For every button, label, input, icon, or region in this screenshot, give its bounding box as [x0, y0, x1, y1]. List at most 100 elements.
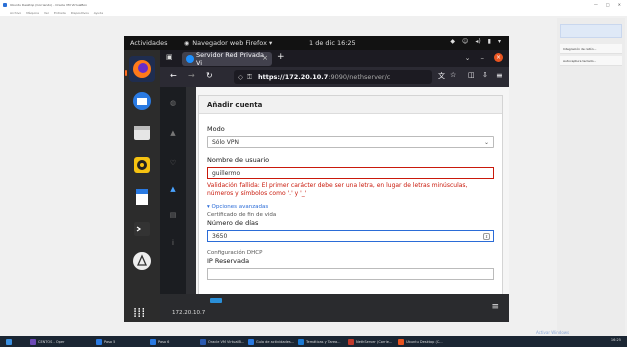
taskbar-item-virtualbox[interactable]: Oracle VM VirtualB... — [200, 338, 244, 345]
forward-button[interactable]: → — [188, 71, 195, 80]
translate-icon[interactable]: 文 — [438, 71, 445, 81]
tab-title: Servidor Red Privada Vi — [196, 51, 264, 67]
firefox-dock-icon[interactable] — [129, 56, 155, 82]
extensions-icon[interactable]: ⇩ — [482, 71, 488, 79]
logs-nav-icon[interactable]: ♡ — [166, 159, 180, 169]
word-icon — [248, 338, 254, 345]
shield-icon[interactable]: ◇ — [238, 73, 243, 81]
firefox-close-button[interactable]: × — [494, 53, 503, 62]
virtualbox-icon — [3, 3, 7, 7]
host-window-title: Ubuntu Desktop (Corriendo) - Oracle VM V… — [10, 3, 87, 7]
terminal-dock-icon[interactable] — [129, 216, 155, 242]
cockpit-sub-sidebar — [186, 87, 196, 297]
lock-warning-icon[interactable]: ⚿ — [247, 73, 252, 82]
network-status-icon[interactable] — [210, 298, 222, 303]
users-nav-icon[interactable]: ▲ — [166, 185, 180, 195]
list-all-tabs-icon[interactable]: ⌄ — [465, 54, 471, 62]
activities-button[interactable]: Actividades — [130, 39, 168, 47]
app-menu-icon[interactable]: ≡ — [496, 71, 503, 80]
vm-screen: Actividades ◉ Navegador web Firefox ▾ 1 … — [124, 36, 509, 322]
taskbar-item-tematicas[interactable]: Temáticas y Tarea... — [298, 338, 341, 345]
navigation-toolbar: ← → ↻ ◇ ⚿ https://172.20.10.7:9090/neths… — [160, 67, 509, 87]
firefox-window-controls: ⌄ – × — [465, 53, 503, 62]
menu-entrada[interactable]: Entrada — [54, 11, 66, 15]
preview-panel — [557, 18, 625, 338]
mode-select[interactable]: Sólo VPN ⌄ — [207, 136, 494, 148]
taskbar-item-paso6[interactable]: Paso 6 — [150, 338, 169, 345]
reload-button[interactable]: ↻ — [206, 71, 213, 80]
url-host: https://172.20.10.7 — [258, 73, 329, 81]
pocket-icon[interactable]: ◫ — [468, 71, 475, 79]
volume-icon: ◂) — [475, 38, 481, 45]
accessibility-icon: ☺ — [462, 38, 469, 45]
advanced-options-link[interactable]: ▾ Opciones avanzadas — [207, 204, 494, 210]
tab-list-icon[interactable]: ▣ — [166, 53, 173, 61]
menu-ayuda[interactable]: Ayuda — [94, 11, 103, 15]
minimize-button[interactable]: — — [594, 2, 598, 7]
dashboard-nav-icon[interactable]: ◍ — [166, 99, 180, 109]
tab-servidor[interactable]: Servidor Red Privada Vi × — [182, 51, 272, 67]
software-center-dock-icon[interactable] — [129, 248, 155, 274]
hamburger-menu-icon[interactable]: ≡ — [491, 302, 499, 312]
system-tray[interactable]: ◆ ☺ ◂) ▮ ▾ — [450, 38, 501, 45]
dialog-body: Modo Sólo VPN ⌄ Nombre de usuario guille… — [199, 114, 502, 286]
new-tab-button[interactable]: + — [277, 52, 285, 62]
firefox-minimize-button[interactable]: – — [481, 54, 485, 62]
thunderbird-dock-icon[interactable] — [129, 88, 155, 114]
close-button[interactable]: ✕ — [618, 2, 621, 7]
menu-archivo[interactable]: Archivo — [10, 11, 21, 15]
menu-maquina[interactable]: Máquina — [26, 11, 39, 15]
menu-ver[interactable]: Ver — [44, 11, 49, 15]
system-nav-icon[interactable]: ▲ — [166, 129, 180, 139]
dhcp-label: Configuración DHCP — [207, 250, 263, 256]
windows-icon — [6, 338, 12, 345]
back-button[interactable]: ← — [170, 71, 177, 80]
username-input[interactable]: guillermo — [207, 167, 494, 179]
username-value: guillermo — [212, 169, 241, 177]
side-row-keyboard[interactable]: Autocaptura teclado... — [560, 56, 622, 66]
libreoffice-writer-dock-icon[interactable] — [129, 184, 155, 210]
menu-dispositivos[interactable]: Dispositivos — [71, 11, 89, 15]
taskbar-label: NethServer (Corrie... — [356, 339, 393, 344]
bookmark-star-icon[interactable]: ☆ — [450, 71, 456, 79]
info-nav-icon[interactable]: i — [166, 239, 180, 249]
firefox-window: ▣ Servidor Red Privada Vi × + ⌄ – × ← → … — [160, 50, 509, 322]
days-value: 3650 — [212, 232, 228, 240]
word-icon — [96, 338, 102, 345]
side-row-mouse[interactable]: Integración de ratón... — [560, 44, 622, 54]
network-icon: ◆ — [450, 38, 456, 45]
days-input[interactable]: 3650 ⇕ — [207, 230, 494, 242]
word-icon — [150, 338, 156, 345]
maximize-button[interactable]: □ — [606, 2, 610, 7]
preview-thumbnail — [560, 24, 622, 38]
host-window-controls: — □ ✕ — [594, 2, 621, 7]
taskbar-item-centos[interactable]: CENTOS - Oper — [30, 338, 64, 345]
clock[interactable]: 1 de dic 16:25 — [309, 39, 356, 47]
reserved-ip-input[interactable] — [207, 268, 494, 280]
spinner-icon[interactable]: ⇕ — [483, 233, 490, 240]
url-bar[interactable]: ◇ ⚿ https://172.20.10.7:9090/nethserver/… — [234, 70, 432, 84]
storage-nav-icon[interactable]: ▤ — [166, 211, 180, 221]
taskbar-label: CENTOS - Oper — [38, 339, 65, 344]
taskbar-clock[interactable]: 16:25 — [611, 338, 621, 342]
files-dock-icon[interactable] — [129, 120, 155, 146]
taskbar-item-guia[interactable]: Guía de actividades... — [248, 338, 294, 345]
rhythmbox-dock-icon[interactable] — [129, 152, 155, 178]
taskbar-label: Temáticas y Tarea... — [306, 339, 341, 344]
mode-label: Modo — [207, 125, 225, 133]
power-menu-icon: ▾ — [497, 38, 501, 45]
dock-active-indicator — [125, 70, 127, 76]
app-menu[interactable]: ◉ Navegador web Firefox ▾ — [184, 39, 272, 47]
tab-close-icon[interactable]: × — [262, 54, 268, 62]
taskbar-item-nethserver[interactable]: NethServer (Corrie... — [348, 338, 392, 345]
show-applications-icon[interactable]: ⁞⁞⁞ — [133, 306, 151, 322]
server-ip: 172.20.10.7 — [172, 310, 206, 316]
vm-icon — [30, 338, 36, 345]
activation-watermark: Activar Windows — [536, 330, 570, 335]
taskbar-item-paso5[interactable]: Paso 5 — [96, 338, 115, 345]
host-taskbar: CENTOS - Oper Paso 5 Paso 6 Oracle VM Vi… — [0, 336, 627, 347]
taskbar-item-ubuntu[interactable]: Ubuntu Desktop (C... — [398, 338, 443, 345]
host-menubar: Archivo Máquina Ver Entrada Dispositivos… — [0, 10, 627, 16]
firefox-small-icon: ◉ — [184, 39, 190, 47]
start-button[interactable] — [6, 338, 12, 345]
